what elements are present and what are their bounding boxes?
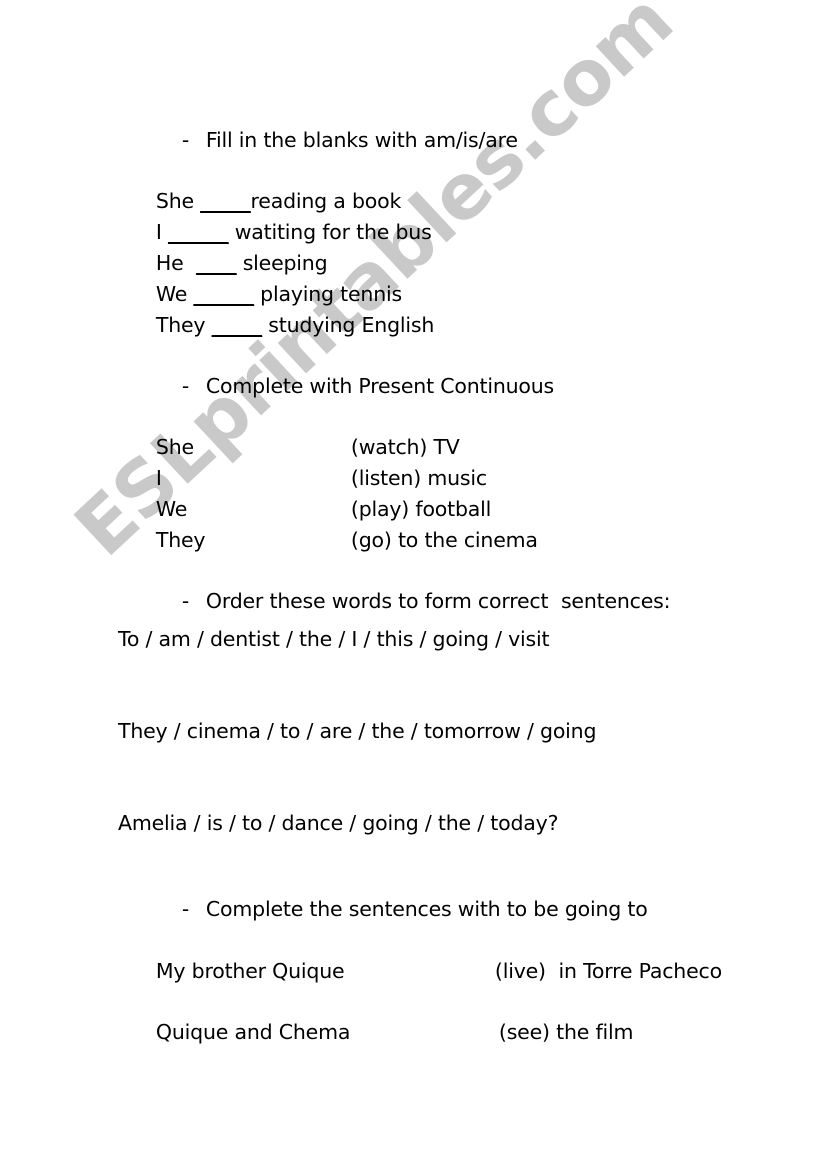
section-4-heading-text: Complete the sentences with to be going … — [205, 897, 648, 921]
section-3-scramble-3: Amelia / is / to / dance / going / the /… — [118, 811, 559, 835]
worksheet-page: ESLprintables.com - Fill in the blanks wi… — [0, 0, 821, 1162]
verb-prompt: (see) the film — [498, 1020, 634, 1044]
section-4-row-2: Quique and Chema (see) the film — [118, 996, 634, 1068]
verb-prompt: (live) in Torre Pacheco — [494, 959, 722, 983]
predicate-text: studying English — [261, 313, 435, 337]
subject-text: Quique and Chema — [155, 1020, 351, 1044]
verb-prompt: (go) to the cinema — [350, 528, 538, 552]
section-2-heading-text: Complete with Present Continuous — [205, 374, 555, 398]
section-4-dash: - — [181, 897, 190, 921]
section-3-scramble-2: They / cinema / to / are / the / tomorro… — [118, 719, 597, 743]
section-3-dash: - — [181, 589, 190, 613]
subject-text: They — [155, 528, 206, 552]
subject-text: They — [155, 313, 212, 337]
answer-blank[interactable]: _____ — [212, 313, 262, 337]
section-1-heading-text: Fill in the blanks with am/is/are — [205, 128, 518, 152]
worksheet-content: - Fill in the blanks with am/is/are She _… — [0, 0, 821, 1162]
section-3-heading-text: Order these words to form correct senten… — [205, 589, 671, 613]
section-1-dash: - — [181, 128, 190, 152]
subject-text: My brother Quique — [155, 959, 345, 983]
section-2-dash: - — [181, 374, 190, 398]
section-3-scramble-1: To / am / dentist / the / I / this / goi… — [118, 627, 550, 651]
